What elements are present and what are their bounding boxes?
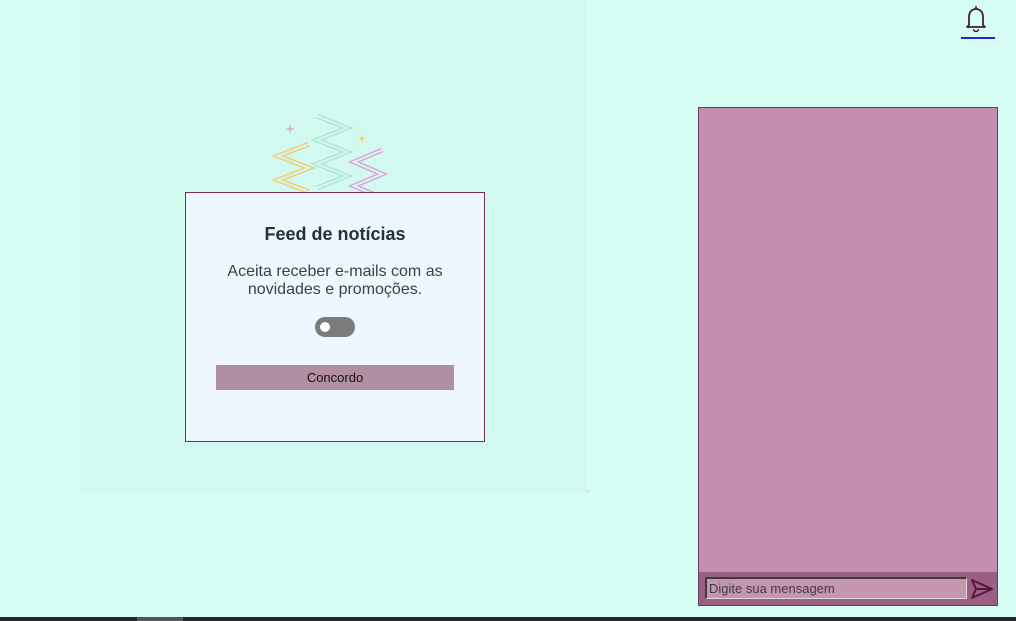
notifications-button[interactable] (960, 5, 996, 41)
agree-button[interactable]: Concordo (216, 365, 454, 390)
newsletter-text: Aceita receber e-mails com as novidades … (227, 263, 443, 298)
link-underline (961, 37, 995, 39)
background-speck (586, 490, 589, 492)
message-input[interactable] (705, 577, 967, 599)
send-button[interactable] (969, 577, 995, 601)
chat-messages-area (699, 108, 997, 572)
taskbar-item[interactable] (137, 617, 183, 621)
send-icon (971, 579, 993, 599)
toggle-knob (320, 322, 330, 332)
chat-panel (698, 107, 998, 606)
taskbar (0, 617, 1016, 621)
chat-input-bar (699, 572, 997, 605)
newsletter-title: Feed de notícias (264, 224, 406, 244)
confetti-illustration (271, 113, 389, 194)
email-consent-toggle[interactable] (315, 317, 355, 337)
bell-icon (966, 5, 986, 33)
newsletter-card: Feed de notícias Aceita receber e-mails … (185, 192, 485, 442)
